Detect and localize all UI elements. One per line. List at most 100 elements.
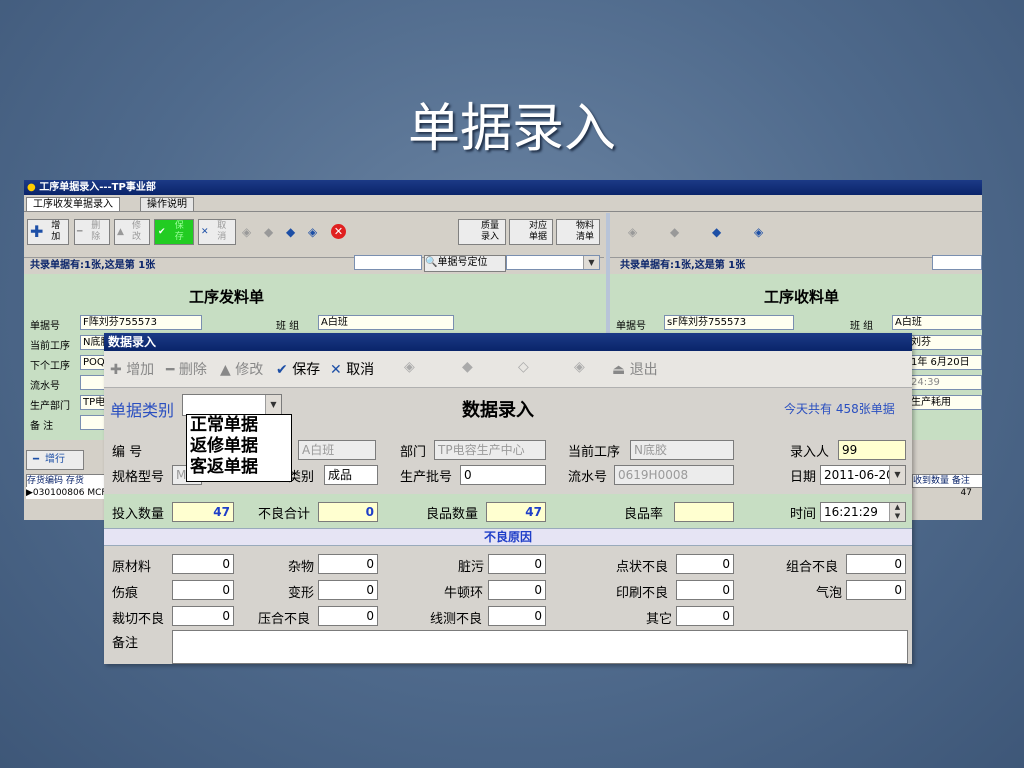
dialog-remark-label: 备注 (112, 636, 139, 651)
right-next-record-icon[interactable]: ◆ (712, 225, 721, 239)
category-field[interactable]: 成品 (324, 465, 378, 485)
defect-raw-material-field[interactable]: 0 (172, 554, 234, 574)
locate-input[interactable] (354, 255, 422, 270)
today-count: 今天共有 458张单据 (784, 402, 895, 416)
last-record-icon[interactable]: ◈ (308, 225, 317, 239)
date-label: 日期 (790, 470, 817, 485)
time-spinner[interactable]: 16:21:29 ▲ ▼ (820, 502, 906, 522)
defect-assembly-field[interactable]: 0 (846, 554, 906, 574)
minus-icon: ━ (166, 362, 175, 378)
right-team-field[interactable]: A白班 (892, 315, 982, 330)
dialog-first-record-icon[interactable]: ◈ (404, 359, 415, 375)
dept-label: 部门 (400, 445, 427, 460)
right-locate-input[interactable] (932, 255, 982, 270)
right-doc-no-field[interactable]: sF阵刘芬755573 (664, 315, 794, 330)
defect-dirt-field[interactable]: 0 (488, 554, 546, 574)
defect-spot-label: 点状不良 (616, 560, 669, 575)
tab-doc-entry[interactable]: 工序收发单据录入 (26, 197, 120, 211)
good-rate-field[interactable] (674, 502, 734, 522)
save-button[interactable]: ✔ 保存 (154, 219, 194, 245)
current-proc-combo[interactable]: N底胶 (630, 440, 734, 460)
tab-instructions[interactable]: 操作说明 (140, 197, 194, 211)
cancel-button[interactable]: ✕ 取消 (198, 219, 236, 245)
defect-other-label: 其它 (646, 612, 673, 627)
add-row-button[interactable]: ━ 增行 (26, 450, 84, 470)
dialog-cancel-button[interactable]: ✕ 取消 (330, 359, 374, 379)
dialog-add-button[interactable]: ✚ 增加 (110, 359, 154, 379)
dialog-remark-field[interactable] (172, 630, 908, 664)
spec-label: 规格型号 (112, 470, 165, 485)
dialog-next-record-icon[interactable]: ◇ (518, 359, 529, 375)
match-doc-button[interactable]: 对应单据 (509, 219, 553, 245)
team-field[interactable]: A白班 (318, 315, 454, 330)
defect-debris-field[interactable]: 0 (318, 554, 378, 574)
right-last-record-icon[interactable]: ◈ (754, 225, 763, 239)
delete-button[interactable]: ━ 删除 (74, 219, 110, 245)
first-record-icon[interactable]: ◈ (242, 225, 251, 239)
prev-record-icon[interactable]: ◆ (264, 225, 273, 239)
dialog-heading: 数据录入 (462, 400, 534, 421)
doc-type-option-customer-return[interactable]: 客返单据 (187, 457, 291, 478)
input-qty-label: 投入数量 (112, 507, 165, 522)
right-toolbar: ◈ ◆ ◆ ◈ (610, 213, 982, 258)
current-proc-label: 当前工序 (30, 341, 70, 352)
defect-scratch-field[interactable]: 0 (172, 580, 234, 600)
minus-icon: ━ (77, 227, 83, 237)
add-button[interactable]: ✚ 增加 (27, 219, 69, 245)
defect-newton-ring-field[interactable]: 0 (488, 580, 546, 600)
quality-entry-button[interactable]: 质量录入 (458, 219, 506, 245)
next-record-icon[interactable]: ◆ (286, 225, 295, 239)
right-prev-record-icon[interactable]: ◆ (670, 225, 679, 239)
right-person-field[interactable]: 刘芬 (908, 335, 982, 350)
defect-deform-field[interactable]: 0 (318, 580, 378, 600)
batch-field[interactable]: 0 (460, 465, 546, 485)
exit-door-icon: ⏏ (612, 362, 626, 378)
dialog-title: 数据录入 (104, 333, 912, 351)
defect-lamination-field[interactable]: 0 (318, 606, 378, 626)
defect-line-test-field[interactable]: 0 (488, 606, 546, 626)
right-doc-no-label: 单据号 (616, 321, 646, 332)
doc-type-select[interactable]: ▼ (182, 394, 282, 416)
dialog-prev-record-icon[interactable]: ◆ (462, 359, 473, 375)
right-date-field[interactable]: 1年 6月20日 (908, 355, 982, 370)
good-qty-field[interactable]: 47 (486, 502, 546, 522)
doc-no-field[interactable]: F阵刘芬755573 (80, 315, 202, 330)
grid-row[interactable]: ▶030100806 MCF (26, 487, 106, 499)
locate-button[interactable]: 🔍单据号定位 (424, 255, 506, 272)
defect-print-field[interactable]: 0 (676, 580, 734, 600)
flow-no-field[interactable]: 0619H0008 (614, 465, 734, 485)
defect-cutting-field[interactable]: 0 (172, 606, 234, 626)
dialog-last-record-icon[interactable]: ◈ (574, 359, 585, 375)
flow-no-label: 流水号 (568, 470, 608, 485)
good-qty-label: 良品数量 (426, 507, 479, 522)
defect-other-field[interactable]: 0 (676, 606, 734, 626)
good-rate-label: 良品率 (624, 507, 664, 522)
material-list-button[interactable]: 物料清单 (556, 219, 600, 245)
plus-icon: ✚ (30, 222, 44, 241)
dialog-save-button[interactable]: ✔ 保存 (276, 359, 320, 379)
dialog-edit-button[interactable]: ▲ 修改 (220, 359, 263, 379)
edit-button[interactable]: ▲ 修改 (114, 219, 150, 245)
locate-dropdown[interactable]: ▼ (506, 255, 600, 270)
date-picker[interactable]: 2011-06-20 ▼ (820, 465, 906, 485)
dialog-exit-button[interactable]: ⏏ 退出 (612, 359, 658, 379)
issue-form-heading: 工序发料单 (189, 288, 265, 306)
close-icon[interactable]: ✕ (331, 224, 346, 239)
doc-type-option-normal[interactable]: 正常单据 (187, 415, 291, 436)
right-time-field[interactable]: 24:39 (908, 375, 982, 390)
time-label: 时间 (790, 507, 817, 522)
defect-bubble-field[interactable]: 0 (846, 580, 906, 600)
doc-type-option-repair[interactable]: 返修单据 (187, 436, 291, 457)
input-qty-field[interactable]: 47 (172, 502, 234, 522)
team-combo[interactable]: A白班 (298, 440, 376, 460)
entrant-field[interactable]: 99 (838, 440, 906, 460)
dept-combo[interactable]: TP电容生产中心 (434, 440, 546, 460)
grid-header-right: 收到数量 备注 (912, 474, 982, 488)
magnifier-icon: 🔍 (425, 257, 438, 268)
minus-icon: ━ (33, 454, 40, 465)
dialog-delete-button[interactable]: ━ 删除 (166, 359, 207, 379)
defect-total-field[interactable]: 0 (318, 502, 378, 522)
defect-spot-field[interactable]: 0 (676, 554, 734, 574)
right-usage-field[interactable]: 生产耗用 (908, 395, 982, 410)
right-first-record-icon[interactable]: ◈ (628, 225, 637, 239)
